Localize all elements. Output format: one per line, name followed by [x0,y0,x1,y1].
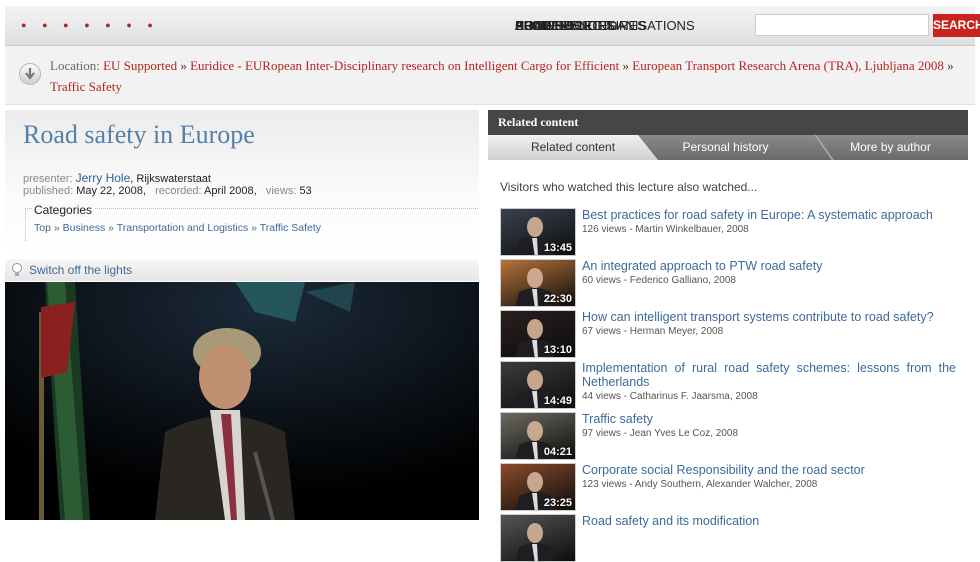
related-thumbnail[interactable]: 22:30 [500,259,576,307]
related-item-title[interactable]: Implementation of rural road safety sche… [582,361,956,389]
related-item[interactable]: 13:45 Best practices for road safety in E… [500,208,960,256]
related-thumbnail[interactable]: 14:49 [500,361,576,409]
related-item-meta: 126 views - Martin Winkelbauer, 2008 [582,224,749,235]
views-count: 53 [299,185,312,197]
nav-menu: HOME ● BROWSE LECTURES ● PEOPLE ● CONFERENC… [15,18,695,33]
related-thumbnail[interactable]: 13:45 [500,208,576,256]
nav-separator: ● [63,20,69,30]
recorded-label: recorded: [155,185,202,197]
category-business[interactable]: Business [63,222,106,234]
related-item-meta: 123 views - Andy Southern, Alexander Wal… [582,479,818,490]
related-thumbnail[interactable] [500,514,576,562]
video-duration: 22:30 [543,293,572,305]
video-duration: 23:25 [543,497,572,509]
nav-separator: ● [21,20,27,30]
video-player[interactable] [5,282,479,520]
related-thumbnail[interactable]: 23:25 [500,463,576,511]
related-item[interactable]: Road safety and its modification [500,514,960,562]
related-item-title[interactable]: Best practices for road safety in Europe… [582,208,956,222]
published-date: May 22, 2008, [76,185,146,197]
nav-separator: ● [126,20,132,30]
switch-off-lights-link[interactable]: Switch off the lights [29,263,132,277]
switch-off-lights-bar[interactable]: Switch off the lights [5,259,479,281]
related-item-meta: 97 views - Jean Yves Le Coz, 2008 [582,428,739,439]
recorded-date: April 2008, [204,185,257,197]
search-input[interactable] [755,14,929,36]
video-duration: 13:10 [543,344,572,356]
views-label: views: [265,185,297,197]
nav-separator: ● [84,20,90,30]
presenter-link[interactable]: Jerry Hole [76,171,131,185]
breadcrumb-trail: Location: EU Supported » Euridice - EURo… [50,55,970,97]
nav-separator: ● [42,20,48,30]
location-arrow-icon [19,63,41,85]
breadcrumb-separator: » [180,58,187,73]
related-item-title[interactable]: Road safety and its modification [582,514,956,528]
video-duration: 14:49 [543,395,572,407]
tab-more-by-author[interactable]: More by author [813,135,968,160]
related-item[interactable]: 14:49 Implementation of rural road safety… [500,361,960,409]
related-thumbnail[interactable]: 04:21 [500,412,576,460]
tab-personal-history[interactable]: Personal history [638,135,813,160]
related-item-meta: 60 views - Federico Galliano, 2008 [582,275,736,286]
related-item-title[interactable]: An integrated approach to PTW road safet… [582,259,956,273]
video-frame-image [5,282,479,520]
related-content-header: Related content [488,110,968,135]
breadcrumb-tra-ljubljana[interactable]: European Transport Research Arena (TRA),… [632,58,944,73]
breadcrumb-euridice[interactable]: Euridice - EURopean Inter-Disciplinary r… [190,58,619,73]
breadcrumb-eu-supported[interactable]: EU Supported [103,58,177,73]
video-duration: 13:45 [543,242,572,254]
related-item-title[interactable]: Traffic safety [582,412,956,426]
publish-info: published: May 22, 2008, recorded: April… [23,185,312,197]
related-item-meta: 44 views - Catharinus F. Jaarsma, 2008 [582,391,758,402]
related-tabs: Personal history More by author Related … [488,135,968,160]
category-path: Top » Business » Transportation and Logi… [34,222,322,234]
related-header-label: Related content [498,115,579,129]
lightbulb-icon [11,262,23,283]
related-item[interactable]: 22:30 An integrated approach to PTW road … [500,259,960,307]
related-item[interactable]: 13:10 How can intelligent transport syste… [500,310,960,358]
category-traffic-safety[interactable]: Traffic Safety [260,222,321,234]
page-title: Road safety in Europe [23,120,255,149]
lecture-header: Road safety in Europe presenter: Jerry H… [5,110,479,256]
search-button[interactable]: SEARCH [933,14,980,37]
video-duration: 04:21 [543,446,572,458]
related-thumbnail[interactable]: 13:10 [500,310,576,358]
related-intro-text: Visitors who watched this lecture also w… [500,180,758,194]
tab-related-content[interactable]: Related content [488,135,658,160]
related-item[interactable]: 23:25 Corporate social Responsibility and… [500,463,960,511]
nav-separator: ● [147,20,153,30]
categories-box: Categories Top » Business » Transportati… [25,203,478,241]
breadcrumb: Location: EU Supported » Euridice - EURo… [5,46,975,105]
category-top[interactable]: Top [34,222,51,234]
breadcrumb-label: Location: [50,58,100,73]
published-label: published: [23,185,74,197]
related-item-title[interactable]: Corporate social Responsibility and the … [582,463,956,477]
breadcrumb-traffic-safety[interactable]: Traffic Safety [50,79,122,94]
nav-separator: ● [105,20,111,30]
related-item[interactable]: 04:21 Traffic safety 97 views - Jean Yves … [500,412,960,460]
related-item-meta: 67 views - Herman Meyer, 2008 [582,326,724,337]
breadcrumb-separator: » [622,58,630,73]
category-transportation-logistics[interactable]: Transportation and Logistics [117,222,249,234]
related-item-title[interactable]: How can intelligent transport systems co… [582,310,956,324]
top-navigation: HOME ● BROWSE LECTURES ● PEOPLE ● CONFERENC… [5,6,980,46]
breadcrumb-separator: » [947,58,954,73]
categories-title: Categories [32,203,95,217]
presenter-label: presenter: [23,173,73,185]
presenter-line: presenter: Jerry Hole, Rijkswaterstaat [23,171,211,185]
presenter-organisation: Rijkswaterstaat [136,173,211,185]
